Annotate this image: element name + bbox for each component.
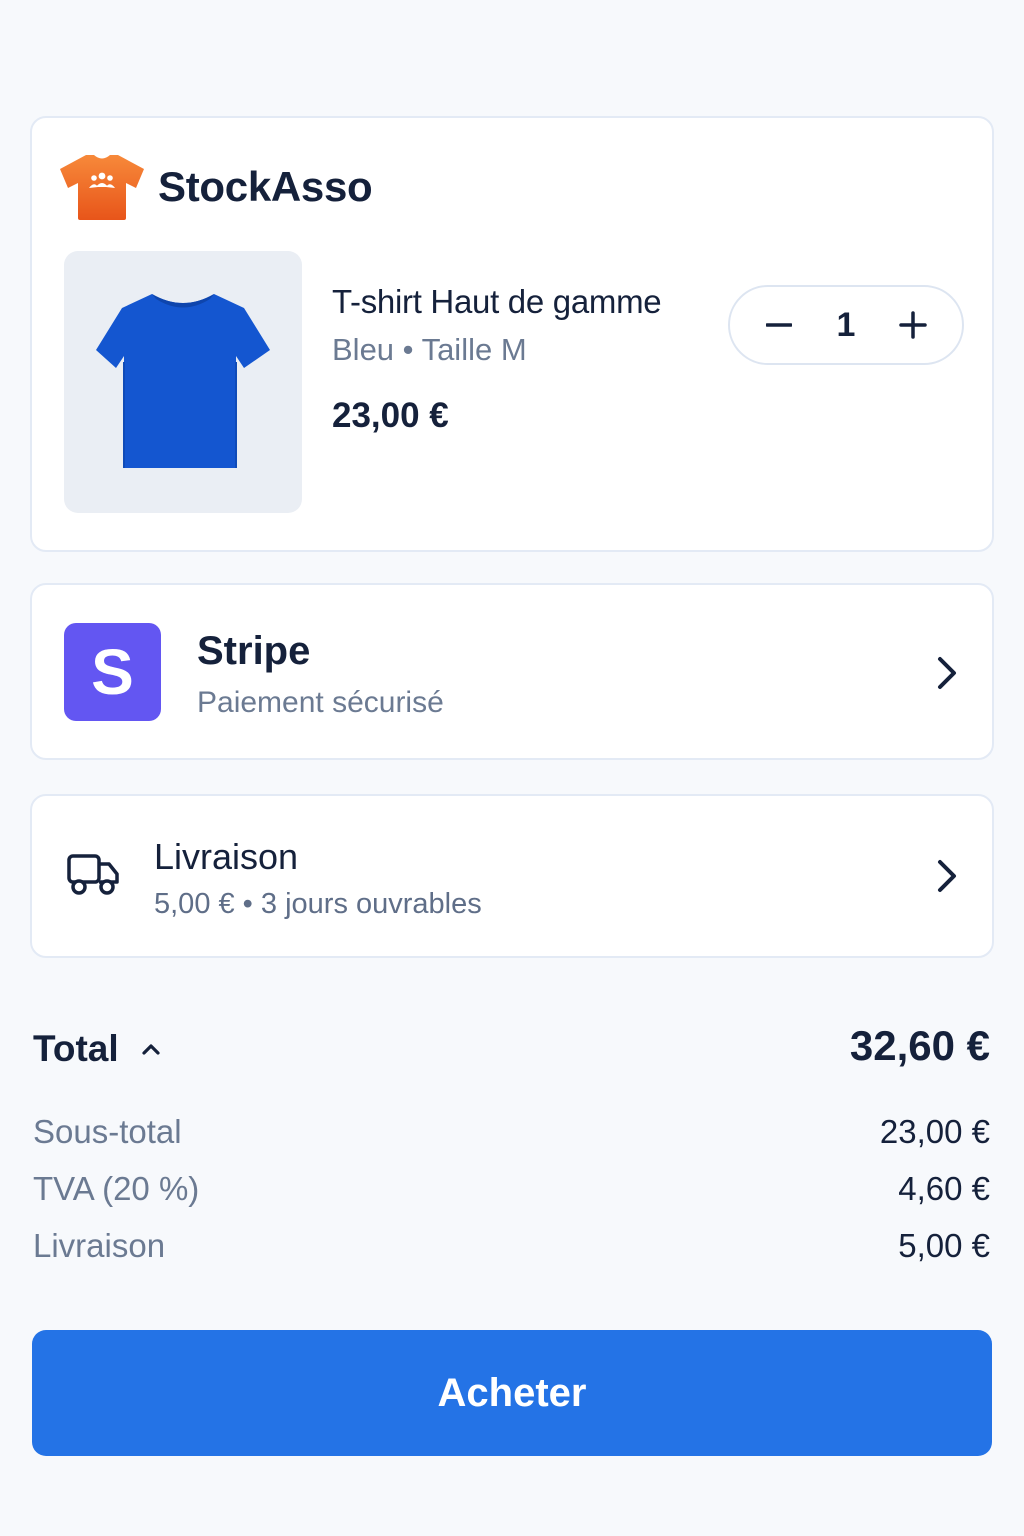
total-value: 32,60 € — [849, 1022, 990, 1069]
total-label: Total — [33, 1028, 119, 1069]
minus-icon — [766, 323, 792, 327]
chevron-up-icon — [142, 1044, 160, 1055]
quantity-value: 1 — [836, 305, 856, 344]
subtotal-value: 23,00 € — [879, 1113, 990, 1150]
stripe-logo-letter: S — [91, 636, 134, 708]
product-price: 23,00 € — [332, 396, 449, 435]
chevron-right-icon — [938, 657, 956, 689]
vat-label: TVA (20 %) — [33, 1170, 200, 1207]
product-name: T-shirt Haut de gamme — [332, 283, 662, 320]
total-toggle[interactable]: Total — [33, 1028, 161, 1070]
delivery-subtitle: 5,00 € • 3 jours ouvrables — [154, 888, 482, 920]
brand-name: StockAsso — [158, 163, 373, 210]
payment-subtitle: Paiement sécurisé — [197, 686, 444, 719]
vat-value: 4,60 € — [898, 1170, 990, 1207]
plus-icon — [899, 311, 927, 339]
decrease-quantity-button[interactable] — [762, 308, 796, 342]
truck-icon — [67, 854, 119, 895]
delivery-option-row[interactable]: Livraison 5,00 € • 3 jours ouvrables — [30, 794, 994, 958]
payment-title: Stripe — [197, 629, 311, 673]
delivery-title: Livraison — [154, 836, 299, 877]
blue-tshirt-image — [96, 294, 270, 468]
increase-quantity-button[interactable] — [896, 308, 930, 342]
tshirt-people-icon — [60, 155, 144, 220]
brand-header: StockAsso — [58, 152, 373, 222]
product-image — [64, 251, 302, 513]
stripe-logo: S — [64, 623, 161, 721]
buy-button[interactable]: Acheter — [32, 1330, 992, 1456]
chevron-right-icon — [938, 860, 956, 892]
product-variant: Bleu • Taille M — [332, 332, 527, 367]
checkout-page: StockAsso T-shirt Haut de gamme Bleu • T… — [0, 0, 1024, 1536]
quantity-stepper: 1 — [728, 285, 964, 365]
shipping-label: Livraison — [33, 1227, 166, 1264]
payment-method-row[interactable]: S Stripe Paiement sécurisé — [30, 583, 994, 760]
product-card: StockAsso T-shirt Haut de gamme Bleu • T… — [30, 116, 994, 552]
shipping-value: 5,00 € — [898, 1227, 990, 1264]
subtotal-label: Sous-total — [33, 1113, 182, 1150]
